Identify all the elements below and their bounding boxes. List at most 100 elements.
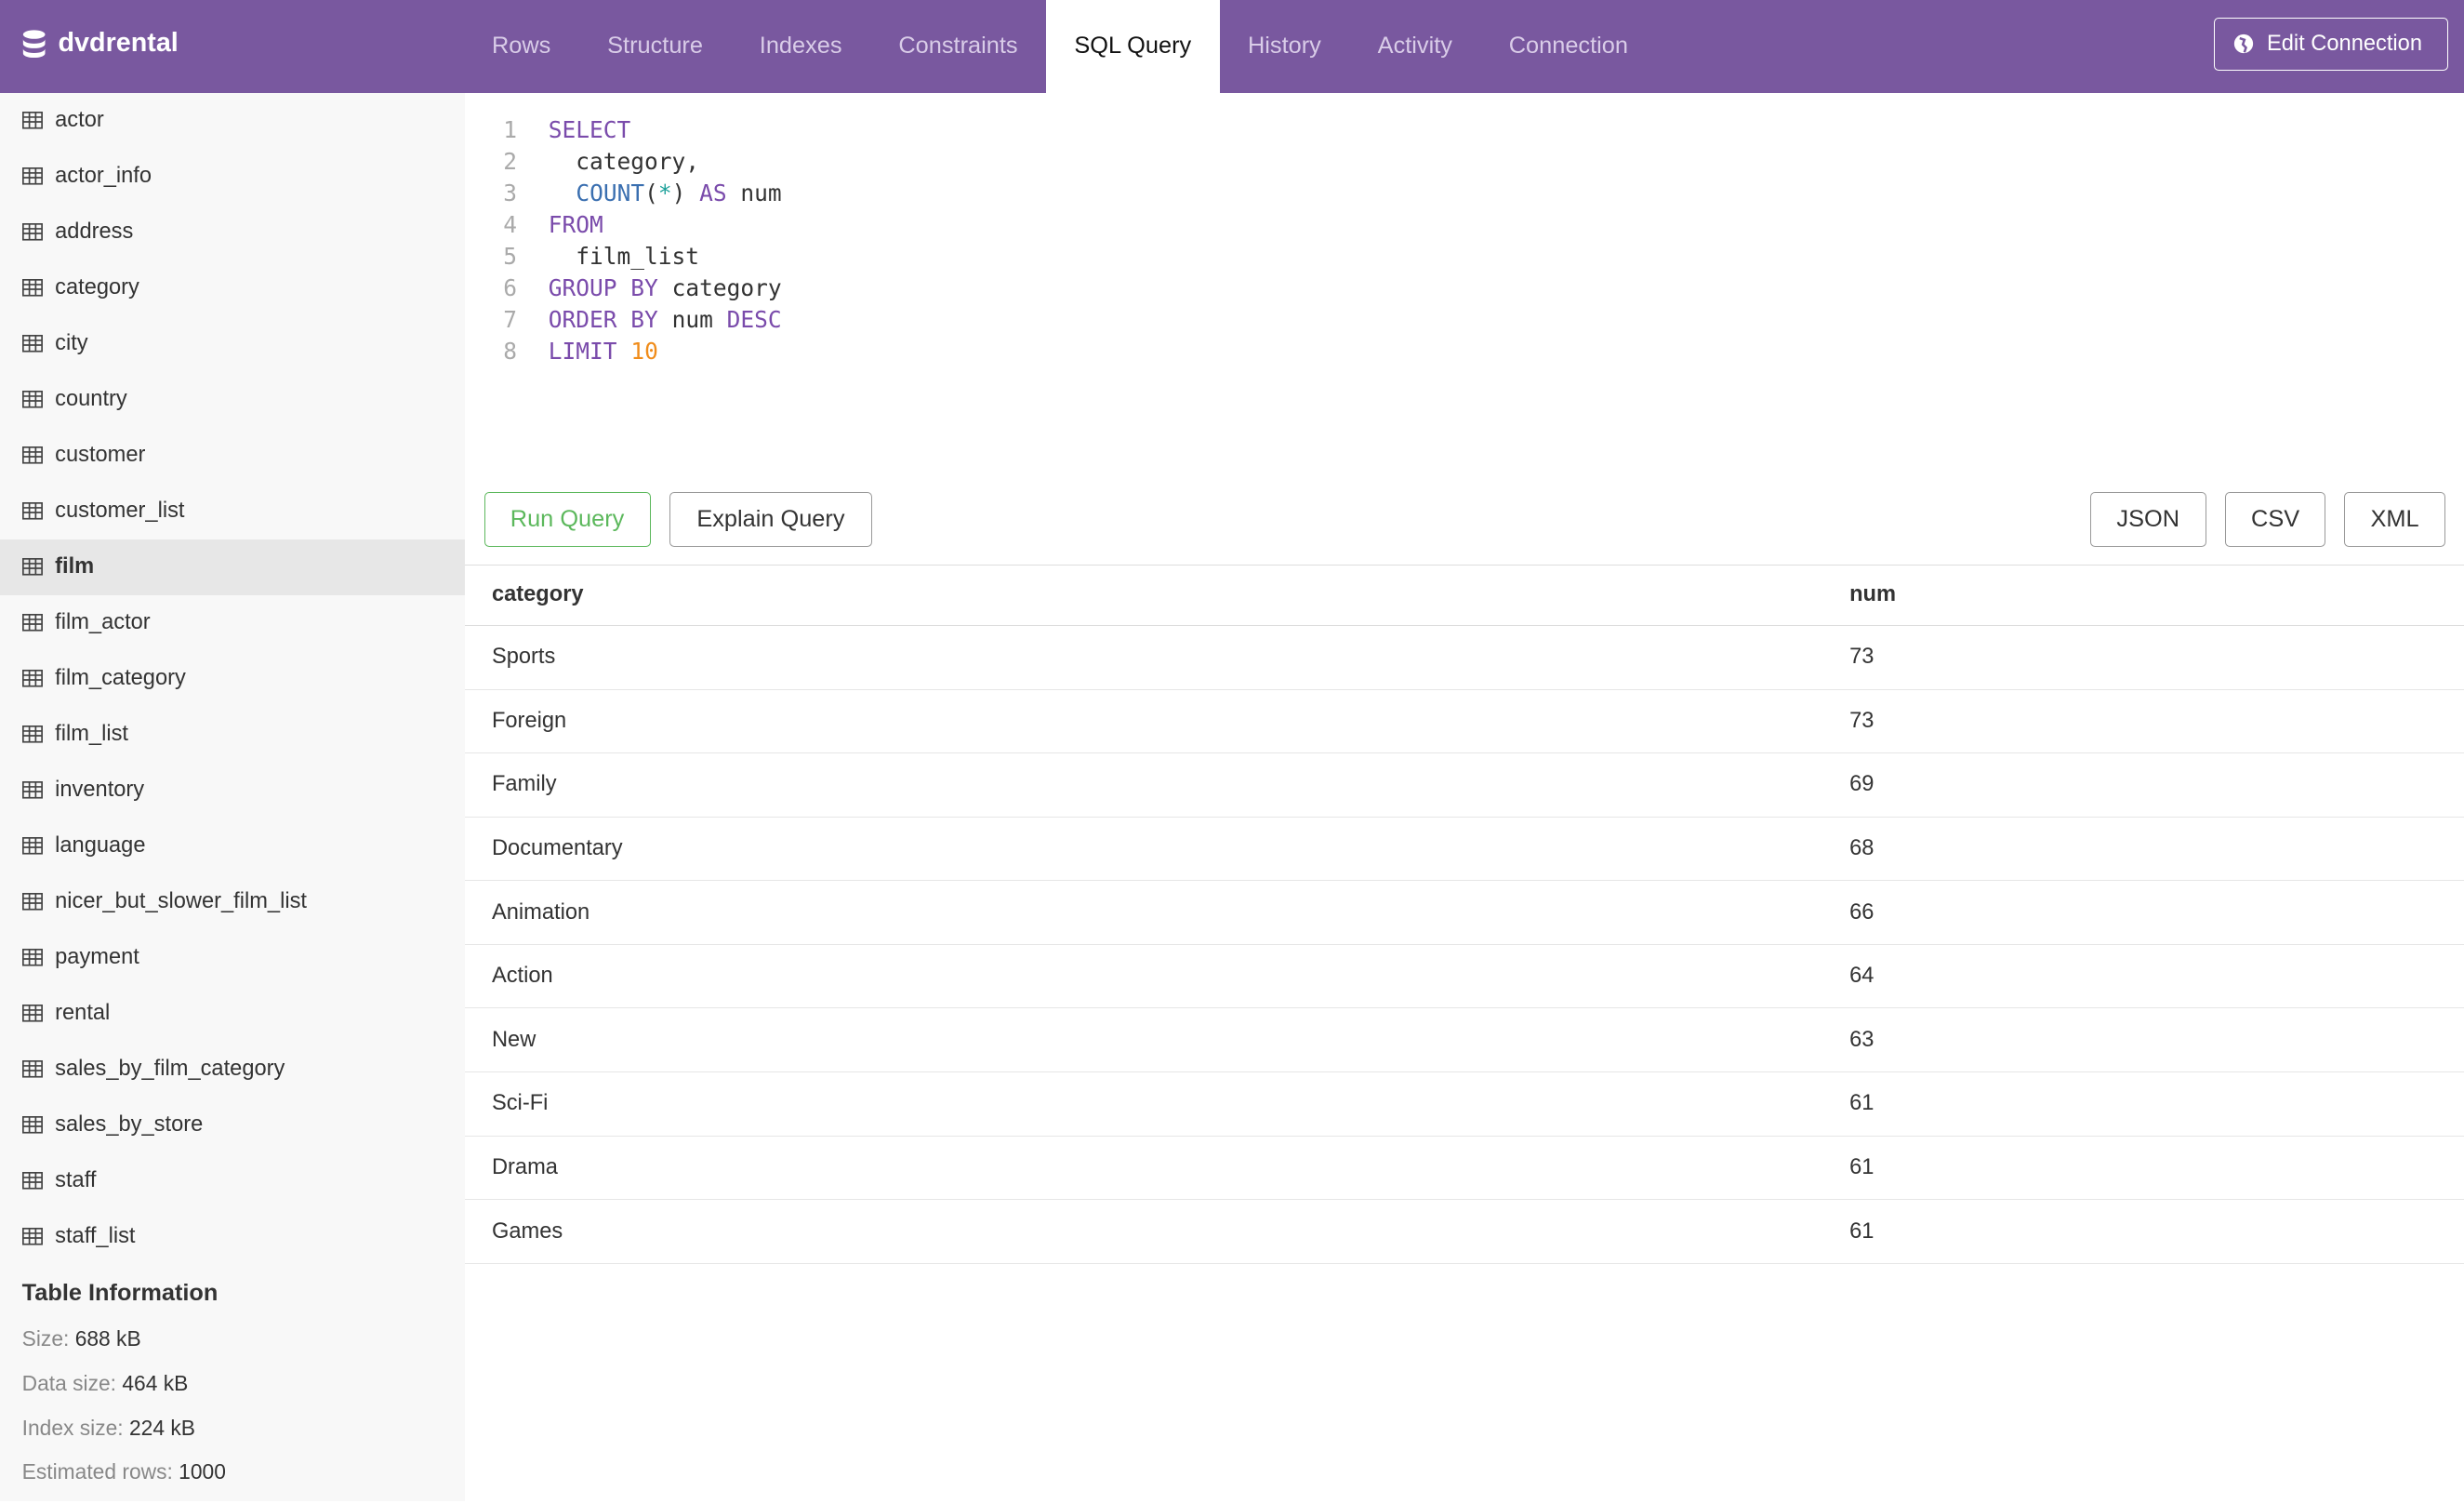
code-token: num — [657, 306, 727, 334]
tab-bar: Rows Structure Indexes Constraints SQL Query… — [464, 0, 1657, 93]
table-cell: 61 — [1849, 1154, 1874, 1179]
table-icon — [21, 502, 43, 520]
tab-indexes[interactable]: Indexes — [731, 0, 870, 93]
table-cell: Animation — [491, 899, 590, 925]
tab-history[interactable]: History — [1220, 0, 1350, 93]
export-csv-button[interactable]: CSV — [2225, 491, 2326, 548]
code-token: 10 — [630, 338, 658, 366]
table-icon — [21, 670, 43, 687]
code-token: ) — [671, 180, 700, 207]
label: Index size: — [21, 1415, 124, 1440]
code-line: 8 LIMIT 10 — [465, 336, 2464, 367]
top-bar: dvdrental Rows Structure Indexes Constraint… — [0, 0, 2464, 93]
table-cell: 61 — [1849, 1091, 1874, 1116]
sidebar-item-payment[interactable]: payment — [0, 929, 465, 985]
sidebar-item-label: sales_by_store — [55, 1111, 204, 1137]
sidebar-item-nicer-but-slower-film-list[interactable]: nicer_but_slower_film_list — [0, 873, 465, 929]
code-line: 3 COUNT(*) AS num — [465, 178, 2464, 209]
sidebar-item-inventory[interactable]: inventory — [0, 763, 465, 819]
sidebar-item-label: city — [55, 331, 88, 356]
code: LIMIT 10 — [549, 336, 658, 367]
label: Data size: — [21, 1370, 117, 1395]
explain-query-button[interactable]: Explain Query — [669, 491, 872, 548]
table-row: Sci-Fi 61 — [465, 1072, 2464, 1137]
tab-sql-query[interactable]: SQL Query — [1045, 0, 1220, 93]
table-cell: Drama — [491, 1154, 558, 1179]
export-xml-button[interactable]: XML — [2344, 491, 2445, 548]
column-header-num[interactable]: num — [1849, 582, 1896, 607]
sidebar-item-city[interactable]: city — [0, 316, 465, 372]
sidebar-item-label: actor_info — [55, 164, 152, 189]
table-icon — [21, 446, 43, 464]
tab-connection[interactable]: Connection — [1480, 0, 1656, 93]
label: Estimated rows: — [21, 1459, 173, 1484]
table-icon — [21, 279, 43, 297]
sidebar-item-category[interactable]: category — [0, 260, 465, 316]
table-icon — [21, 558, 43, 576]
run-query-button[interactable]: Run Query — [484, 491, 651, 548]
line-number: 8 — [503, 338, 517, 366]
table-row: Action 64 — [465, 945, 2464, 1009]
sidebar-item-country[interactable]: country — [0, 372, 465, 428]
table-icon — [21, 614, 43, 632]
tab-activity[interactable]: Activity — [1349, 0, 1480, 93]
value: 464 kB — [122, 1370, 189, 1395]
database-icon — [22, 30, 46, 58]
sidebar-item-sales-by-film-category[interactable]: sales_by_film_category — [0, 1041, 465, 1097]
code-token: num — [726, 180, 782, 207]
table-icon — [21, 837, 43, 855]
code-token: * — [657, 180, 672, 207]
sidebar-item-sales-by-store[interactable]: sales_by_store — [0, 1097, 465, 1152]
code-token: GROUP BY — [548, 274, 658, 302]
tab-constraints[interactable]: Constraints — [870, 0, 1046, 93]
results-header: category num — [465, 566, 2464, 626]
sidebar-item-label: film_actor — [55, 610, 151, 635]
brand[interactable]: dvdrental — [22, 28, 179, 59]
sidebar-item-film-list[interactable]: film_list — [0, 707, 465, 763]
edit-connection-button[interactable]: Edit Connection — [2214, 17, 2449, 72]
sidebar: actor actor_infoaddress category city countr… — [0, 92, 466, 1501]
table-cell: 69 — [1849, 772, 1874, 797]
column-header-category[interactable]: category — [465, 582, 1849, 607]
code-line: 5 film_list — [465, 241, 2464, 273]
table-icon — [21, 112, 43, 129]
sidebar-item-actor-info[interactable]: actor_info — [0, 149, 465, 205]
sidebar-item-staff[interactable]: staff — [0, 1152, 465, 1208]
sidebar-item-customer-list[interactable]: customer_list — [0, 484, 465, 539]
export-json-button[interactable]: JSON — [2089, 491, 2206, 548]
line-number: 2 — [503, 148, 517, 176]
sidebar-item-label: address — [55, 220, 134, 245]
line-number: 1 — [503, 116, 517, 144]
sidebar-item-film[interactable]: film — [0, 539, 466, 595]
tab-structure[interactable]: Structure — [579, 0, 732, 93]
sql-editor[interactable]: 1 SELECT 2 category, 3 COUNT(*) AS num 4 FROM… — [465, 93, 2464, 471]
code-line: 2 category, — [465, 146, 2464, 178]
table-icon — [21, 949, 43, 966]
sidebar-item-label: rental — [55, 1000, 111, 1025]
sidebar-item-film-actor[interactable]: film_actor — [0, 595, 465, 651]
table-cell: Family — [491, 772, 557, 797]
sidebar-item-actor[interactable]: actor — [0, 93, 465, 149]
info-data-size: Data size: 464 kB — [0, 1371, 465, 1416]
code: category, — [549, 146, 699, 178]
table-icon — [21, 335, 43, 353]
sidebar-item-label: language — [55, 832, 146, 858]
code-token: FROM — [548, 211, 603, 239]
sidebar-item-address[interactable]: address — [0, 205, 465, 260]
table-icon — [21, 223, 43, 241]
info-size: Size: 688 kB — [0, 1326, 465, 1371]
sidebar-item-language[interactable]: language — [0, 819, 465, 874]
sidebar-item-staff-list[interactable]: staff_list — [0, 1208, 465, 1264]
sidebar-item-customer[interactable]: customer — [0, 428, 465, 484]
tab-rows[interactable]: Rows — [464, 0, 579, 93]
code: SELECT — [549, 114, 631, 146]
sidebar-item-film-category[interactable]: film_category — [0, 651, 465, 707]
table-row: Family 69 — [465, 753, 2464, 818]
code-token: LIMIT — [548, 338, 617, 366]
sidebar-item-rental[interactable]: rental — [0, 985, 465, 1041]
info-index-size: Index size: 224 kB — [0, 1416, 465, 1460]
code-token: AS — [699, 180, 727, 207]
results-table: category num Sports 73 Foreign 73 Family 69 Docu… — [465, 564, 2464, 1264]
value: 688 kB — [74, 1325, 141, 1351]
